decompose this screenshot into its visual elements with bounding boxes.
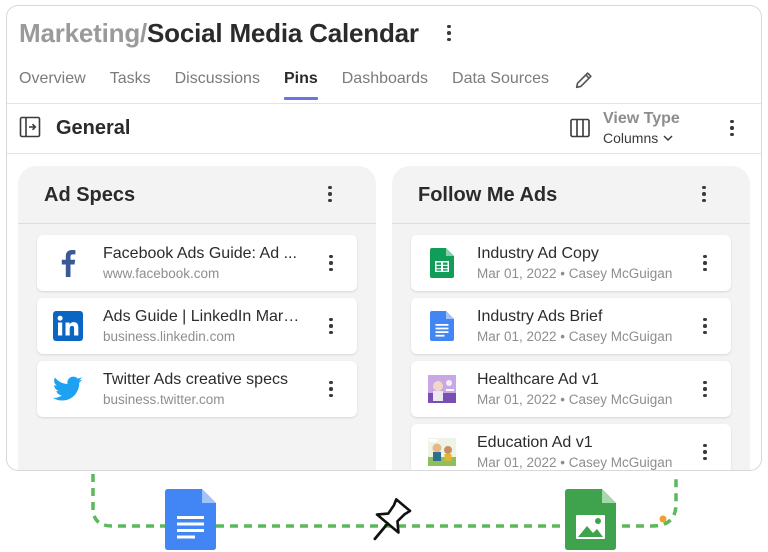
pin-item-subtitle: business.linkedin.com <box>103 329 236 344</box>
column-divider <box>392 223 750 224</box>
pin-item[interactable]: Ads Guide | LinkedIn Mark... business.li… <box>37 298 357 354</box>
pin-item-subtitle: www.facebook.com <box>103 266 220 281</box>
linkedin-icon <box>53 311 83 341</box>
pin-item-subtitle: Mar 01, 2022 • Casey McGuigan <box>477 392 673 407</box>
google-sheets-icon <box>427 248 457 278</box>
view-type-value: Columns <box>603 130 659 146</box>
pin-item-subtitle: business.twitter.com <box>103 392 225 407</box>
toolbar-divider <box>7 153 761 154</box>
item-more-icon[interactable] <box>695 440 715 464</box>
column-divider <box>18 223 376 224</box>
pin-item[interactable]: Twitter Ads creative specs business.twit… <box>37 361 357 417</box>
pin-item-title: Facebook Ads Guide: Ad ... <box>103 245 297 262</box>
pin-item[interactable]: Education Ad v1 Mar 01, 2022 • Casey McG… <box>411 424 731 470</box>
google-docs-icon <box>427 311 457 341</box>
pin-column-follow-me-ads: Follow Me Ads Industry Ad Copy Mar 01, 2… <box>392 166 750 470</box>
chevron-down-icon <box>663 134 673 141</box>
twitter-icon <box>53 374 83 404</box>
column-more-icon[interactable] <box>694 182 714 206</box>
tab-discussions[interactable]: Discussions <box>175 66 260 106</box>
item-more-icon[interactable] <box>321 251 341 275</box>
pin-item-title: Industry Ads Brief <box>477 308 603 325</box>
more-options-icon[interactable] <box>439 21 459 45</box>
pin-item[interactable]: Industry Ads Brief Mar 01, 2022 • Casey … <box>411 298 731 354</box>
column-title: Ad Specs <box>44 184 136 206</box>
column-more-icon[interactable] <box>320 182 340 206</box>
pin-item[interactable]: Industry Ad Copy Mar 01, 2022 • Casey Mc… <box>411 235 731 291</box>
connector-endpoint-dot <box>659 515 667 523</box>
pin-item-title: Healthcare Ad v1 <box>477 371 599 388</box>
pin-item-title: Education Ad v1 <box>477 434 593 451</box>
pin-item[interactable]: Healthcare Ad v1 Mar 01, 2022 • Casey Mc… <box>411 361 731 417</box>
item-more-icon[interactable] <box>695 377 715 401</box>
page-header: Marketing/ Social Media Calendar <box>19 16 459 50</box>
google-image-file-icon <box>565 489 616 550</box>
pin-column-ad-specs: Ad Specs Facebook Ads Guide: Ad ... www.… <box>18 166 376 470</box>
pin-item-title: Industry Ad Copy <box>477 245 599 262</box>
tab-pins[interactable]: Pins <box>283 66 318 106</box>
image-thumbnail-icon <box>427 437 457 467</box>
pin-item[interactable]: Facebook Ads Guide: Ad ... www.facebook.… <box>37 235 357 291</box>
toolbar: General View Type Columns <box>7 104 761 152</box>
item-more-icon[interactable] <box>695 314 715 338</box>
item-more-icon[interactable] <box>321 314 341 338</box>
google-docs-icon <box>165 489 216 550</box>
columns-view-icon <box>570 118 590 138</box>
pin-item-title: Ads Guide | LinkedIn Mark... <box>103 308 303 325</box>
pin-item-subtitle: Mar 01, 2022 • Casey McGuigan <box>477 329 673 344</box>
facebook-icon <box>53 248 83 278</box>
pin-item-subtitle: Mar 01, 2022 • Casey McGuigan <box>477 455 673 470</box>
pencil-icon[interactable] <box>573 69 595 91</box>
view-type-value-row: Columns <box>603 131 680 145</box>
expand-panel-icon[interactable] <box>19 116 41 138</box>
toolbar-more-icon[interactable] <box>722 116 742 140</box>
breadcrumb[interactable]: Marketing/ <box>19 18 147 49</box>
tab-overview[interactable]: Overview <box>19 66 86 106</box>
pushpin-icon <box>373 498 412 541</box>
page-title: Social Media Calendar <box>147 17 419 48</box>
column-title: Follow Me Ads <box>418 184 558 206</box>
tab-dashboards[interactable]: Dashboards <box>342 66 428 106</box>
tab-tasks[interactable]: Tasks <box>110 66 151 106</box>
item-more-icon[interactable] <box>695 251 715 275</box>
section-label: General <box>56 117 131 139</box>
item-more-icon[interactable] <box>321 377 341 401</box>
image-thumbnail-icon <box>427 374 457 404</box>
pin-item-subtitle: Mar 01, 2022 • Casey McGuigan <box>477 266 673 281</box>
view-type-label: View Type <box>603 110 680 127</box>
pin-item-title: Twitter Ads creative specs <box>103 371 288 388</box>
view-type-selector[interactable]: View Type Columns <box>603 110 680 146</box>
tab-bar: Overview Tasks Discussions Pins Dashboar… <box>19 66 595 106</box>
pins-card: Marketing/ Social Media Calendar Overvie… <box>6 5 762 471</box>
pin-connector-illustration <box>91 474 678 550</box>
tab-data-sources[interactable]: Data Sources <box>452 66 549 106</box>
